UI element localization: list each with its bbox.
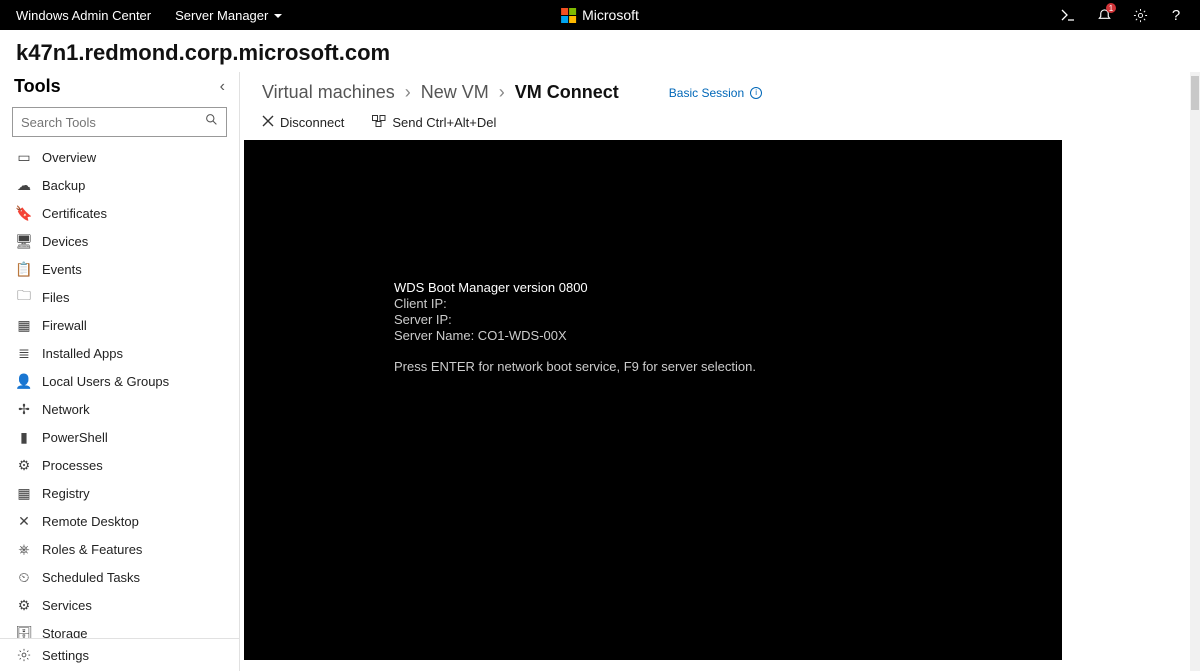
chevron-right-icon: › — [405, 82, 411, 103]
tool-icon: ✕ — [16, 513, 32, 529]
microsoft-logo-icon — [561, 8, 576, 23]
search-input[interactable] — [21, 115, 205, 130]
sidebar-item-network[interactable]: ✢ Network — [0, 395, 233, 423]
tool-icon: ⏲ — [16, 569, 32, 585]
tool-icon: ≣ — [16, 345, 32, 361]
notifications-icon[interactable]: 1 — [1096, 7, 1112, 23]
breadcrumb: Virtual machines › New VM › VM Connect B… — [240, 72, 1190, 107]
tool-icon: ✢ — [16, 401, 32, 417]
top-bar: Windows Admin Center Server Manager Micr… — [0, 0, 1200, 30]
sidebar-item-label: Scheduled Tasks — [42, 570, 140, 585]
sidebar-item-roles-features[interactable]: ⎈ Roles & Features — [0, 535, 233, 563]
tool-icon: ▮ — [16, 429, 32, 445]
sidebar-item-firewall[interactable]: ▦ Firewall — [0, 311, 233, 339]
tool-icon: 👤 — [16, 373, 32, 389]
tool-icon: 🖥 — [16, 233, 32, 249]
sidebar-item-label: Backup — [42, 178, 85, 193]
tool-icon: 📋 — [16, 261, 32, 277]
brand-label: Microsoft — [582, 7, 639, 23]
vm-console[interactable]: WDS Boot Manager version 0800 Client IP:… — [244, 140, 1062, 660]
tool-icon: ☁ — [16, 177, 32, 193]
sidebar-item-storage[interactable]: 🗄 Storage — [0, 619, 233, 638]
settings-icon[interactable] — [1132, 7, 1148, 23]
sidebar-item-label: Events — [42, 262, 82, 277]
sidebar-item-label: Overview — [42, 150, 96, 165]
keyboard-icon — [372, 115, 386, 130]
tool-icon: 🔖 — [16, 205, 32, 221]
sidebar-item-services[interactable]: ⚙ Services — [0, 591, 233, 619]
sidebar-item-label: Settings — [42, 648, 89, 663]
sidebar-item-scheduled-tasks[interactable]: ⏲ Scheduled Tasks — [0, 563, 233, 591]
sidebar-item-label: Firewall — [42, 318, 87, 333]
app-name[interactable]: Windows Admin Center — [16, 8, 151, 23]
sidebar-item-files[interactable]: 🗀 Files — [0, 283, 233, 311]
scrollbar[interactable] — [1190, 72, 1200, 671]
tool-icon: 🗀 — [16, 289, 32, 305]
main-content: Virtual machines › New VM › VM Connect B… — [240, 72, 1200, 671]
sidebar-item-label: Installed Apps — [42, 346, 123, 361]
powershell-icon[interactable] — [1060, 7, 1076, 23]
tools-sidebar: Tools ‹ ▭ Overview ☁ Backup 🔖 Certificates 🖥 De… — [0, 72, 240, 671]
collapse-sidebar-icon[interactable]: ‹ — [220, 78, 225, 96]
chevron-right-icon: › — [499, 82, 505, 103]
search-tools-field[interactable] — [12, 107, 227, 137]
close-icon — [262, 115, 274, 130]
disconnect-button[interactable]: Disconnect — [262, 115, 344, 130]
server-hostname: k47n1.redmond.corp.microsoft.com — [0, 30, 1200, 72]
send-ctrl-alt-del-button[interactable]: Send Ctrl+Alt+Del — [372, 115, 496, 130]
tool-icon: ⎈ — [16, 541, 32, 557]
sidebar-item-backup[interactable]: ☁ Backup — [0, 171, 233, 199]
sidebar-item-label: Local Users & Groups — [42, 374, 169, 389]
sidebar-item-settings[interactable]: Settings — [0, 639, 239, 671]
sidebar-item-certificates[interactable]: 🔖 Certificates — [0, 199, 233, 227]
help-icon[interactable]: ? — [1168, 7, 1184, 23]
notification-badge: 1 — [1106, 3, 1116, 13]
sidebar-item-label: Certificates — [42, 206, 107, 221]
scrollbar-thumb[interactable] — [1191, 76, 1199, 110]
sidebar-item-label: Devices — [42, 234, 88, 249]
tool-icon: ⚙ — [16, 457, 32, 473]
sidebar-item-registry[interactable]: ▦ Registry — [0, 479, 233, 507]
sidebar-item-label: Services — [42, 598, 92, 613]
server-manager-menu[interactable]: Server Manager — [175, 8, 282, 23]
sidebar-item-local-users-groups[interactable]: 👤 Local Users & Groups — [0, 367, 233, 395]
tool-icon: ⚙ — [16, 597, 32, 613]
gear-icon — [16, 647, 32, 663]
tool-icon: ▦ — [16, 485, 32, 501]
breadcrumb-current: VM Connect — [515, 82, 619, 103]
search-icon — [205, 113, 218, 131]
sidebar-item-label: Roles & Features — [42, 542, 142, 557]
sidebar-item-label: Processes — [42, 458, 103, 473]
sidebar-item-devices[interactable]: 🖥 Devices — [0, 227, 233, 255]
tool-icon: ▭ — [16, 149, 32, 165]
sidebar-item-installed-apps[interactable]: ≣ Installed Apps — [0, 339, 233, 367]
breadcrumb-new-vm[interactable]: New VM — [421, 82, 489, 103]
sidebar-item-events[interactable]: 📋 Events — [0, 255, 233, 283]
tool-icon: 🗄 — [16, 625, 32, 638]
sidebar-item-label: Storage — [42, 626, 88, 639]
info-icon: i — [750, 87, 762, 99]
vm-toolbar: Disconnect Send Ctrl+Alt+Del — [240, 107, 1190, 140]
sidebar-item-powershell[interactable]: ▮ PowerShell — [0, 423, 233, 451]
sidebar-item-label: Registry — [42, 486, 90, 501]
tool-icon: ▦ — [16, 317, 32, 333]
sidebar-item-label: PowerShell — [42, 430, 108, 445]
breadcrumb-vm-list[interactable]: Virtual machines — [262, 82, 395, 103]
sidebar-title: Tools — [14, 76, 61, 97]
sidebar-item-label: Network — [42, 402, 90, 417]
sidebar-item-processes[interactable]: ⚙ Processes — [0, 451, 233, 479]
sidebar-item-remote-desktop[interactable]: ✕ Remote Desktop — [0, 507, 233, 535]
sidebar-item-overview[interactable]: ▭ Overview — [0, 143, 233, 171]
sidebar-item-label: Remote Desktop — [42, 514, 139, 529]
brand: Microsoft — [561, 7, 639, 23]
sidebar-item-label: Files — [42, 290, 69, 305]
basic-session-link[interactable]: Basic Session i — [669, 86, 762, 100]
